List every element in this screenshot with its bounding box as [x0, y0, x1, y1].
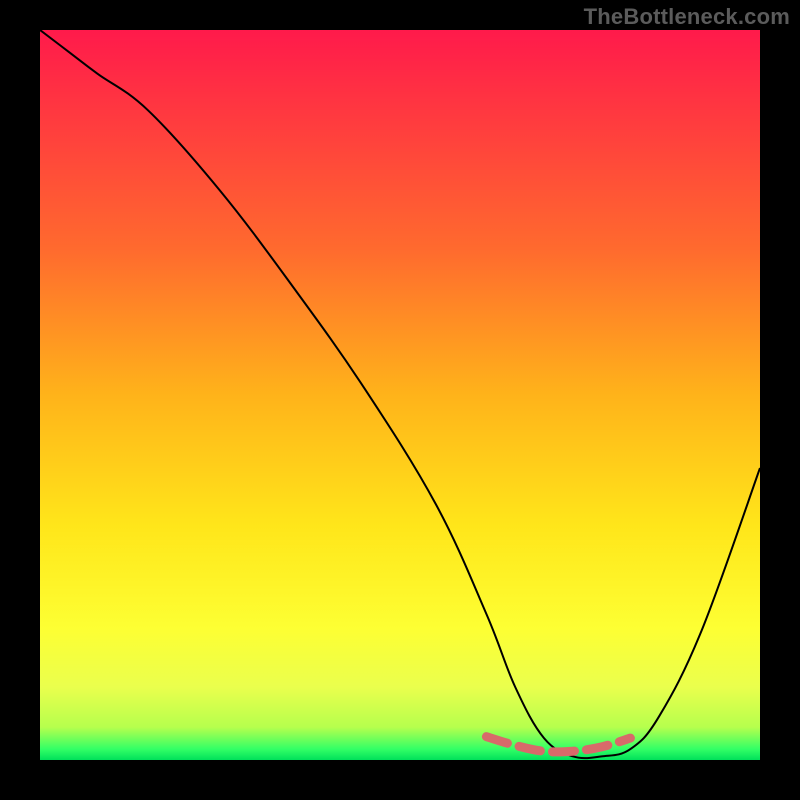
plot-svg — [40, 30, 760, 760]
gradient-background — [40, 30, 760, 760]
plot-area — [40, 30, 760, 760]
chart-frame: TheBottleneck.com — [0, 0, 800, 800]
watermark-text: TheBottleneck.com — [584, 4, 790, 30]
